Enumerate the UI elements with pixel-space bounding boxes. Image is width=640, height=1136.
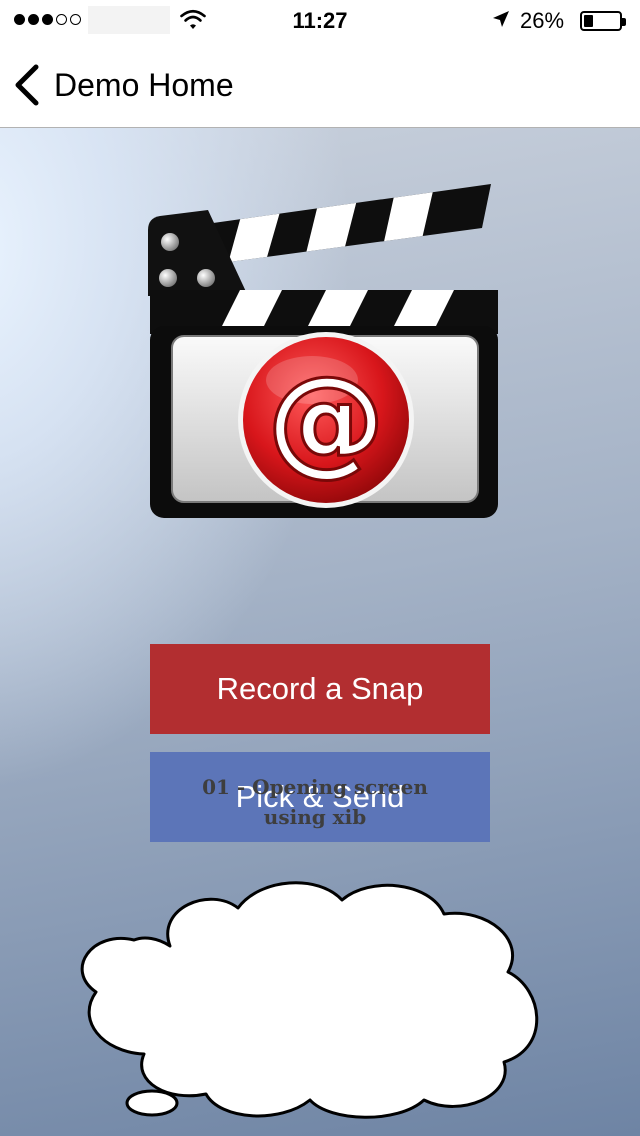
chevron-left-icon bbox=[15, 64, 39, 106]
thought-line-2: using xib bbox=[263, 805, 367, 829]
thought-line-1: 01 - Opening screen bbox=[202, 775, 428, 799]
record-snap-button[interactable]: Record a Snap bbox=[150, 644, 490, 734]
status-bar: 11:27 26% bbox=[0, 0, 640, 40]
thought-bubble-text: 01 - Opening screen using xib bbox=[160, 772, 470, 832]
clapperboard-email-icon: @ bbox=[148, 184, 498, 518]
svg-text:@: @ bbox=[267, 350, 385, 488]
battery-level-fill bbox=[584, 15, 593, 27]
thought-bubble-icon bbox=[80, 881, 539, 1119]
battery-cap bbox=[622, 18, 626, 26]
battery-percentage: 26% bbox=[520, 8, 565, 33]
back-button-label: Demo Home bbox=[54, 66, 234, 103]
navigation-bar: Demo Home bbox=[0, 40, 640, 128]
battery-icon bbox=[580, 11, 626, 31]
back-button[interactable]: Demo Home bbox=[12, 60, 234, 110]
main-content: @ Record a Snap Pick & Send 01 - Opening… bbox=[0, 128, 640, 1136]
location-arrow-icon bbox=[493, 11, 509, 27]
